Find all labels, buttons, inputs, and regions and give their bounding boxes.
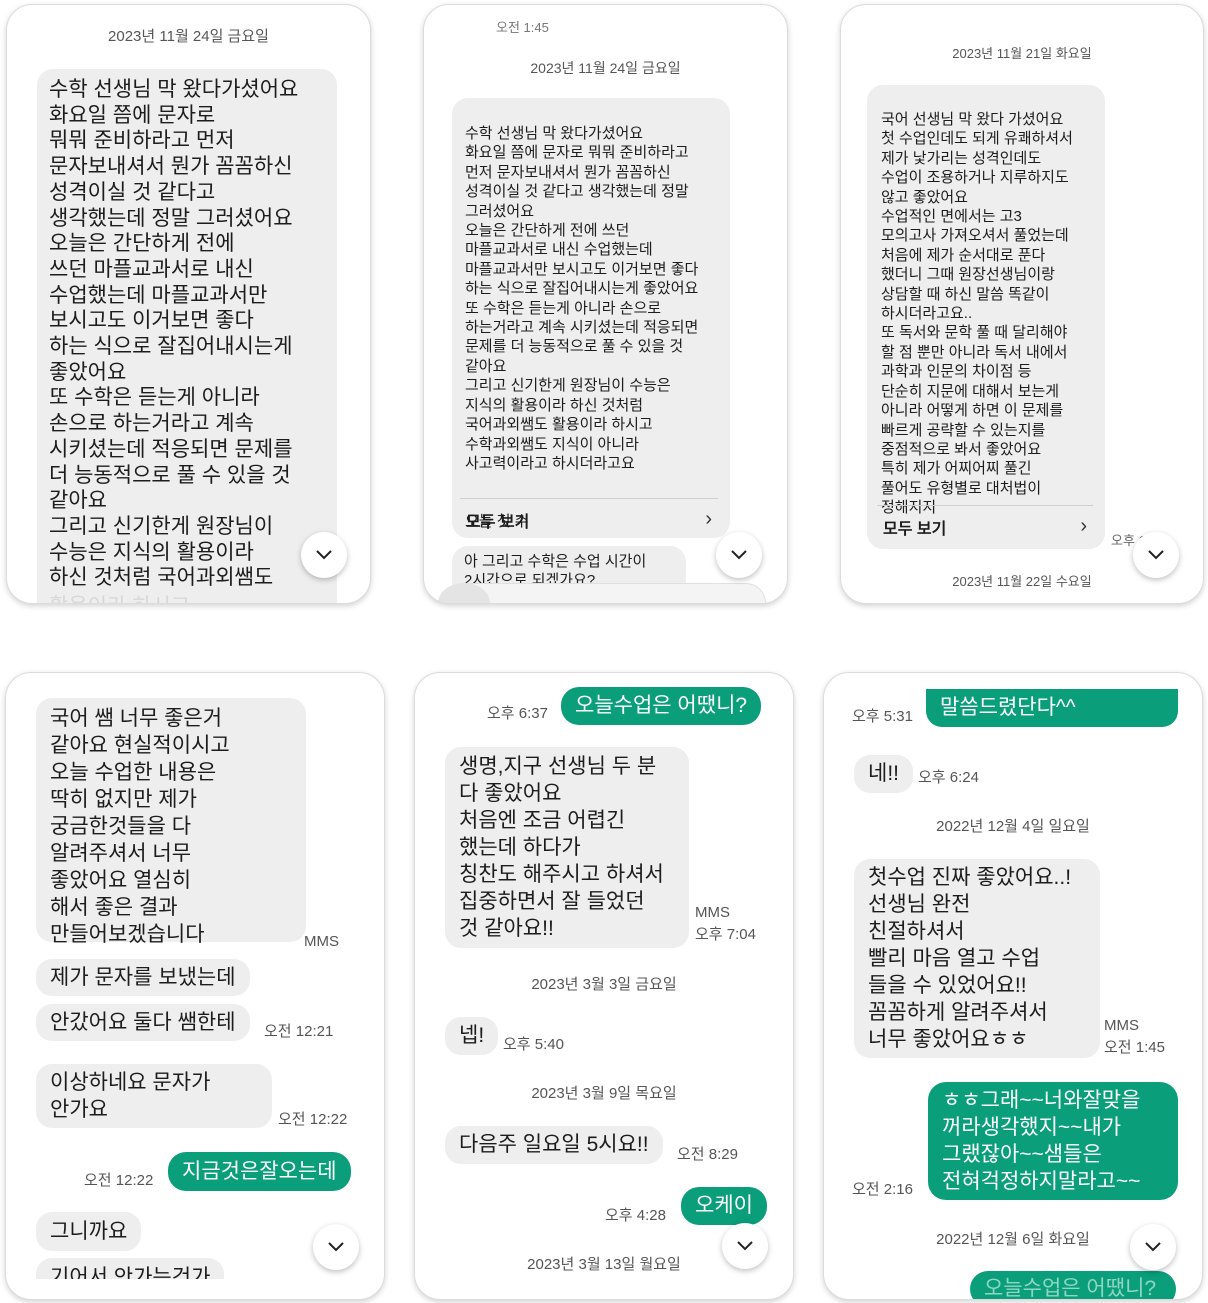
sent-message[interactable]: 오늘수업은 어땠니? — [561, 687, 762, 725]
chat-screenshot-2: 오전 1:45 2023년 11월 24일 금요일 수학 선생님 막 왔다가셨어… — [423, 4, 788, 604]
message-timestamp: 오후 6:37 — [487, 705, 548, 722]
view-all-button[interactable]: 모두 보기 › — [460, 498, 718, 540]
scroll-down-button[interactable] — [1133, 532, 1179, 578]
message-timestamp: 오전 2:16 — [852, 1181, 913, 1198]
received-message[interactable]: 기어서 안가는건가 — [36, 1258, 225, 1279]
sent-message-cut[interactable]: 오늘수업은 어땠니? — [970, 1271, 1176, 1299]
message-timestamp: 오후 6:24 — [918, 769, 979, 786]
chat-screenshot-5: 오후 6:37 오늘수업은 어땠니? 생명,지구 선생님 두 분 다 좋았어요 … — [414, 672, 794, 1300]
received-message[interactable]: 이상하네요 문자가 안가요 — [36, 1064, 272, 1128]
view-all-label: 모두 보기 — [466, 513, 530, 531]
date-separator: 2023년 11월 24일 금요일 — [530, 60, 681, 76]
view-all-label: 모두 보기 — [883, 520, 947, 538]
sent-message[interactable]: 오케이 — [681, 1187, 767, 1225]
received-message[interactable]: 다음주 일요일 5시요!! — [445, 1126, 663, 1164]
scroll-down-button[interactable] — [1130, 1224, 1176, 1270]
received-message[interactable]: 제가 문자를 보냈는데 — [36, 959, 250, 996]
input-bar[interactable] — [446, 583, 766, 603]
received-message[interactable]: 생명,지구 선생님 두 분 다 좋았어요 처음엔 조금 어렵긴 했는데 하다가 … — [445, 747, 689, 948]
date-separator: 2023년 3월 9일 목요일 — [531, 1085, 677, 1102]
message-text: 수학 선생님 막 왔다가셨어요 화요일 쯤에 문자로 뭐뭐 준비하라고 먼저 문… — [465, 125, 699, 472]
received-message[interactable]: 수학 선생님 막 왔다가셨어요 화요일 쯤에 문자로 뭐뭐 준비하라고 먼저 문… — [452, 98, 730, 538]
top-timestamp: 오전 1:45 — [496, 20, 549, 35]
received-message[interactable]: 그니까요 — [36, 1212, 142, 1251]
chevron-down-icon — [731, 550, 747, 560]
sent-message[interactable]: 말씀드렸단다^^ — [926, 689, 1178, 727]
scroll-down-button[interactable] — [313, 1224, 359, 1270]
message-meta: MMS 오전 1:45 — [1104, 1017, 1165, 1056]
message-timestamp: 오후 5:40 — [503, 1036, 564, 1053]
message-timestamp: 오전 12:22 — [84, 1172, 154, 1189]
chevron-right-icon: › — [1080, 515, 1087, 537]
received-message[interactable]: 첫수업 진짜 좋았어요..! 선생님 완전 친절하셔서 빨리 마음 열고 수업 … — [854, 859, 1100, 1058]
message-timestamp: 오전 12:22 — [278, 1111, 348, 1128]
message-timestamp: 오전 12:21 — [264, 1023, 334, 1040]
received-message[interactable]: 국어 쌤 너무 좋은거 같아요 현실적이시고 오늘 수업한 내용은 딱히 없지만… — [36, 698, 306, 946]
scroll-down-button[interactable] — [722, 1223, 768, 1269]
message-meta: MMS 오후 7:04 — [695, 904, 756, 943]
received-message-cut: 활용이라 하시고 — [49, 590, 190, 603]
scroll-down-button[interactable] — [716, 532, 762, 578]
message-timestamp: 오후 5:31 — [852, 708, 913, 725]
message-timestamp: 오전 8:29 — [677, 1146, 738, 1163]
scroll-down-button[interactable] — [301, 532, 347, 578]
sent-message[interactable]: ㅎㅎ그래~~너와잘맞을 꺼라생각했지~~내가 그랬잖아~~샘들은 전혀걱정하지말… — [928, 1082, 1178, 1200]
message-timestamp: 오후 4:28 — [605, 1207, 666, 1224]
view-all-button[interactable]: 모두 보기 › — [877, 505, 1093, 547]
sent-message[interactable]: 지금것은잘오는데 — [168, 1152, 351, 1191]
message-meta: MMS — [304, 933, 339, 950]
received-message[interactable]: 국어 선생님 막 왔다 가셨어요 첫 수업인데도 되게 유쾌하셔서 제가 낯가리… — [867, 85, 1105, 549]
date-separator: 2023년 3월 3일 금요일 — [531, 976, 677, 993]
date-separator: 2022년 12월 4일 일요일 — [936, 818, 1090, 835]
received-message[interactable]: 수학 선생님 막 왔다가셨어요 화요일 쯤에 문자로 뭐뭐 준비하라고 먼저 문… — [37, 69, 337, 603]
chevron-down-icon — [737, 1241, 753, 1251]
chevron-down-icon — [1145, 1242, 1161, 1252]
received-message[interactable]: 안갔어요 둘다 쌤한테 — [36, 1004, 250, 1041]
chevron-down-icon — [1148, 550, 1164, 560]
chevron-down-icon — [328, 1242, 344, 1252]
date-separator: 2023년 11월 24일 금요일 — [108, 28, 269, 45]
chat-screenshot-4: 국어 쌤 너무 좋은거 같아요 현실적이시고 오늘 수업한 내용은 딱히 없지만… — [5, 672, 385, 1300]
chevron-down-icon — [316, 550, 332, 560]
chat-screenshot-1: 2023년 11월 24일 금요일 수학 선생님 막 왔다가셨어요 화요일 쯤에… — [6, 4, 371, 604]
received-message[interactable]: 넵! — [445, 1017, 499, 1055]
chat-screenshot-3: 2023년 11월 21일 화요일 국어 선생님 막 왔다 가셨어요 첫 수업인… — [840, 4, 1204, 604]
chevron-right-icon: › — [705, 508, 712, 530]
chat-screenshot-6: 오후 5:31 말씀드렸단다^^ 네!! 오후 6:24 2022년 12월 4… — [823, 672, 1203, 1300]
date-separator: 2023년 11월 21일 화요일 — [952, 46, 1092, 61]
message-text: 국어 선생님 막 왔다 가셨어요 첫 수업인데도 되게 유쾌하셔서 제가 낯가리… — [881, 111, 1073, 517]
received-message[interactable]: 네!! — [854, 755, 913, 793]
